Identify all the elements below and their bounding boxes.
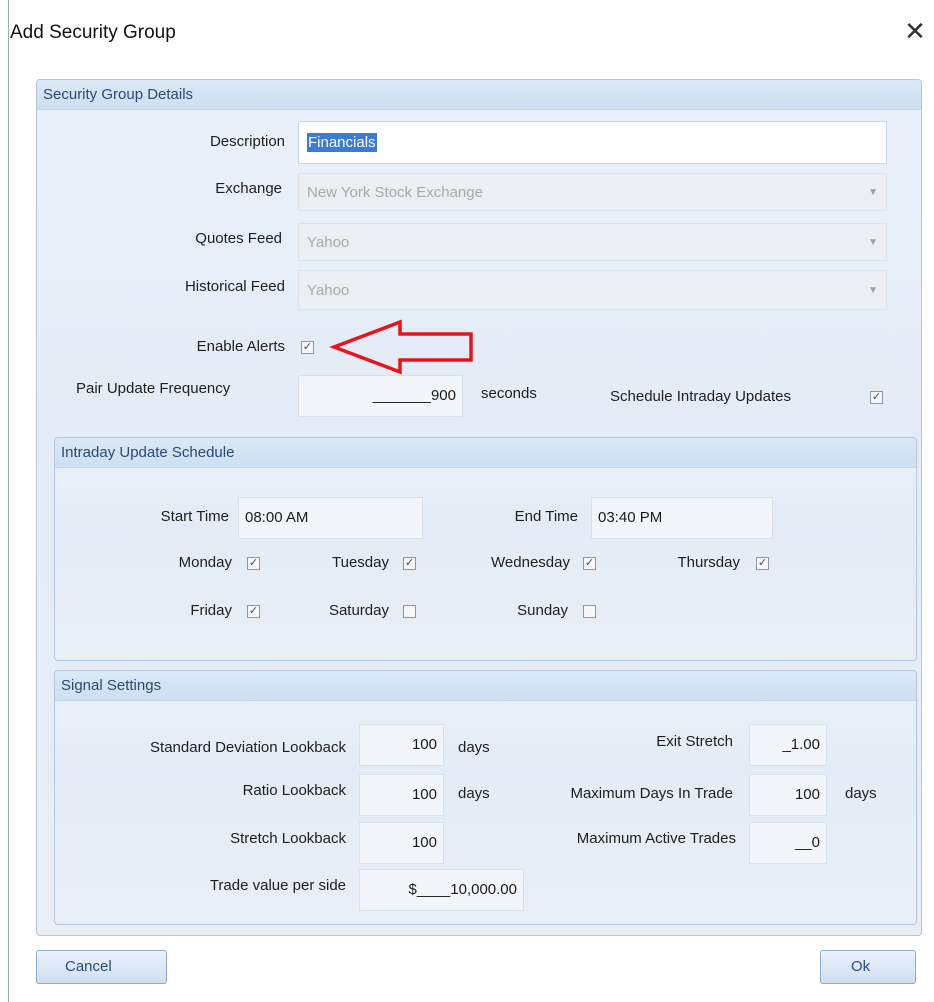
ratio-lookback-unit: days <box>458 785 490 802</box>
close-icon[interactable]: ✕ <box>898 14 932 48</box>
exit-stretch-input[interactable]: _1.00 <box>749 724 827 766</box>
max-days-unit: days <box>845 785 877 802</box>
day-checkbox-wednesday[interactable]: ✓ <box>583 557 596 570</box>
pair-update-frequency-label: Pair Update Frequency <box>76 380 231 397</box>
max-active-trades-label: Maximum Active Trades <box>576 830 736 847</box>
max-active-trades-input[interactable]: __0 <box>749 822 827 864</box>
pair-update-unit: seconds <box>481 385 537 402</box>
window-left-edge <box>8 0 9 1002</box>
exchange-value: New York Stock Exchange <box>307 184 483 201</box>
day-checkbox-sunday[interactable] <box>583 605 596 618</box>
trade-value-label: Trade value per side <box>209 877 346 894</box>
chevron-down-icon: ▼ <box>868 285 878 296</box>
day-checkbox-thursday[interactable]: ✓ <box>756 557 769 570</box>
red-arrow-icon <box>329 319 473 375</box>
day-label-sunday: Sunday <box>517 602 568 619</box>
day-label-monday: Monday <box>178 554 232 571</box>
stretch-lookback-input[interactable]: 100 <box>359 822 444 864</box>
historical-feed-select[interactable]: Yahoo ▼ <box>298 270 887 310</box>
day-label-tuesday: Tuesday <box>332 554 389 571</box>
ok-button[interactable]: Ok <box>820 950 916 984</box>
window-title: Add Security Group <box>10 22 176 43</box>
schedule-intraday-updates-label: Schedule Intraday Updates <box>610 388 791 405</box>
pair-update-frequency-input[interactable]: _______900 <box>298 375 463 417</box>
quotes-feed-label: Quotes Feed <box>195 230 282 247</box>
stretch-lookback-label: Stretch Lookback <box>230 830 346 847</box>
historical-feed-value: Yahoo <box>307 282 350 299</box>
exchange-label: Exchange <box>215 180 282 197</box>
chevron-down-icon: ▼ <box>868 187 878 198</box>
historical-feed-label: Historical Feed <box>184 278 285 295</box>
security-group-details-header: Security Group Details <box>37 80 921 110</box>
day-checkbox-monday[interactable]: ✓ <box>247 557 260 570</box>
ratio-lookback-label: Ratio Lookback <box>242 782 346 799</box>
max-days-input[interactable]: 100 <box>749 774 827 816</box>
quotes-feed-value: Yahoo <box>307 234 350 251</box>
cancel-button[interactable]: Cancel <box>36 950 167 984</box>
ratio-lookback-input[interactable]: 100 <box>359 774 444 816</box>
schedule-intraday-updates-checkbox[interactable]: ✓ <box>870 391 883 404</box>
day-checkbox-friday[interactable]: ✓ <box>247 605 260 618</box>
exit-stretch-label: Exit Stretch <box>656 733 733 750</box>
trade-value-input[interactable]: $____10,000.00 <box>359 869 524 911</box>
intraday-schedule-header: Intraday Update Schedule <box>55 438 916 468</box>
std-dev-lookback-unit: days <box>458 739 490 756</box>
end-time-input[interactable]: 03:40 PM <box>591 497 773 539</box>
day-label-saturday: Saturday <box>328 602 389 619</box>
exchange-select[interactable]: New York Stock Exchange ▼ <box>298 173 887 211</box>
end-time-label: End Time <box>514 508 578 525</box>
quotes-feed-select[interactable]: Yahoo ▼ <box>298 223 887 261</box>
std-dev-lookback-input[interactable]: 100 <box>359 724 444 766</box>
enable-alerts-label: Enable Alerts <box>196 338 285 355</box>
description-input[interactable]: Financials <box>298 121 887 164</box>
enable-alerts-checkbox[interactable]: ✓ <box>301 341 314 354</box>
description-label: Description <box>209 133 285 150</box>
start-time-label: Start Time <box>160 508 229 525</box>
day-label-thursday: Thursday <box>677 554 740 571</box>
chevron-down-icon: ▼ <box>868 237 878 248</box>
description-value: Financials <box>307 133 377 152</box>
day-checkbox-saturday[interactable] <box>403 605 416 618</box>
day-checkbox-tuesday[interactable]: ✓ <box>403 557 416 570</box>
day-label-friday: Friday <box>190 602 232 619</box>
std-dev-lookback-label: Standard Deviation Lookback <box>150 739 346 756</box>
start-time-input[interactable]: 08:00 AM <box>238 497 423 539</box>
day-label-wednesday: Wednesday <box>491 554 570 571</box>
signal-settings-header: Signal Settings <box>55 671 916 701</box>
max-days-label: Maximum Days In Trade <box>570 785 733 802</box>
intraday-schedule-panel: Intraday Update Schedule <box>54 437 917 661</box>
